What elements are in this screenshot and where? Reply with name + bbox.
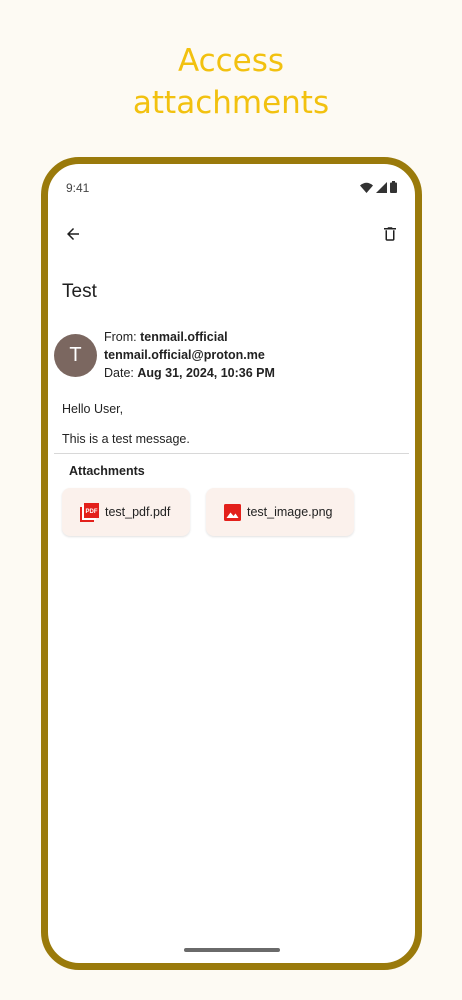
back-button[interactable] <box>60 221 86 247</box>
pdf-icon: PDF <box>80 502 99 522</box>
cell-signal-icon <box>376 181 387 193</box>
date-value: Aug 31, 2024, 10:36 PM <box>137 366 275 380</box>
headline-line-1: Access <box>177 43 285 79</box>
from-email: tenmail.official@proton.me <box>104 348 265 362</box>
avatar: T <box>54 334 97 377</box>
divider <box>54 453 409 454</box>
headline: Access attachments <box>0 40 462 124</box>
attachments-title: Attachments <box>69 464 145 478</box>
email-body-line: This is a test message. <box>62 432 190 446</box>
home-indicator[interactable] <box>184 948 280 952</box>
phone-frame: 9:41 Test T From: tenmail.official tenma… <box>41 157 422 970</box>
email-body-line: Hello User, <box>62 402 124 416</box>
date-label: Date: <box>104 366 138 380</box>
headline-line-2: attachments <box>132 85 330 121</box>
arrow-back-icon <box>67 228 79 240</box>
app-bar <box>48 218 415 252</box>
sender-block: T From: tenmail.official tenmail.officia… <box>54 328 415 388</box>
image-icon <box>224 503 241 521</box>
attachment-name: test_image.png <box>247 505 333 519</box>
wifi-icon <box>360 182 373 193</box>
attachment-name: test_pdf.pdf <box>105 505 171 519</box>
date-line: Date: Aug 31, 2024, 10:36 PM <box>104 364 275 382</box>
email-subject: Test <box>62 281 97 302</box>
attachment-chip-pdf[interactable]: PDF test_pdf.pdf <box>62 488 190 536</box>
from-label: From: <box>104 330 141 344</box>
battery-icon <box>390 181 397 193</box>
status-time: 9:41 <box>66 181 90 195</box>
sender-details: From: tenmail.official tenmail.official@… <box>104 328 275 382</box>
svg-text:PDF: PDF <box>86 509 98 515</box>
status-icons <box>360 181 397 193</box>
attachment-chip-image[interactable]: test_image.png <box>206 488 354 536</box>
from-line: From: tenmail.official <box>104 328 275 346</box>
status-bar: 9:41 <box>48 164 415 212</box>
trash-icon <box>384 227 396 241</box>
delete-button[interactable] <box>377 221 403 247</box>
from-name: tenmail.official <box>140 330 228 344</box>
from-email-line: tenmail.official@proton.me <box>104 346 275 364</box>
